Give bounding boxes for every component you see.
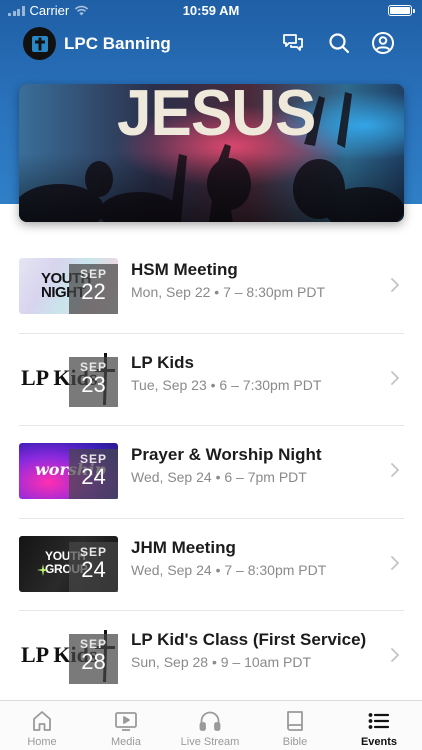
headphones-icon	[199, 711, 221, 731]
tab-media[interactable]: Media	[84, 701, 168, 750]
event-time: Wed, Sep 24 • 6 – 7pm PDT	[131, 469, 307, 485]
date-day: 23	[81, 372, 106, 397]
event-title: JHM Meeting	[131, 538, 236, 557]
event-title: HSM Meeting	[131, 260, 238, 279]
date-day: 22	[81, 279, 106, 304]
home-icon	[33, 711, 51, 731]
chevron-right-icon	[391, 463, 400, 477]
date-day: 24	[81, 557, 106, 582]
tab-home[interactable]: Home	[0, 701, 84, 750]
event-row[interactable]: YOUTH NIGHT SEP 22 HSM Meeting Mon, Sep …	[19, 241, 404, 333]
event-title: LP Kid's Class (First Service)	[131, 630, 367, 649]
battery-icon	[388, 5, 415, 16]
tab-live-stream[interactable]: Live Stream	[168, 701, 252, 750]
event-row[interactable]: LP Kids SEP 28 LP Kid's Class (First Ser…	[19, 611, 404, 703]
tab-label: Bible	[282, 736, 308, 748]
tab-label: Events	[360, 736, 398, 748]
date-badge: SEP 24	[69, 449, 118, 499]
date-day: 28	[81, 649, 106, 674]
event-time: Mon, Sep 22 • 7 – 8:30pm PDT	[131, 284, 326, 300]
tab-bible[interactable]: Bible	[253, 701, 337, 750]
date-badge: SEP 28	[69, 634, 118, 684]
event-row[interactable]: YOUTH GROUP SEP 24 JHM Meeting Wed, Sep …	[19, 519, 404, 611]
book-icon	[287, 711, 303, 731]
tab-label: Live Stream	[180, 736, 240, 748]
sparkle-icon	[37, 564, 49, 576]
app-header: LPC Banning	[0, 22, 422, 66]
date-badge: SEP 22	[69, 264, 118, 314]
bottom-tab-bar: Home Media Live Stream Bible Events	[0, 700, 422, 750]
list-icon	[368, 713, 390, 729]
tab-events[interactable]: Events	[337, 701, 421, 750]
tab-label: Media	[111, 736, 141, 748]
app-title: LPC Banning	[64, 34, 171, 53]
event-time: Tue, Sep 23 • 6 – 7:30pm PDT	[131, 377, 322, 393]
event-title: LP Kids	[131, 353, 194, 372]
event-time: Wed, Sep 24 • 7 – 8:30pm PDT	[131, 562, 327, 578]
app-screen: Carrier 10:59 AM LPC Banning JESUS YOUTH…	[0, 0, 422, 750]
featured-banner[interactable]: JESUS	[19, 84, 404, 222]
date-badge: SEP 24	[69, 542, 118, 592]
status-bar: Carrier 10:59 AM	[0, 0, 422, 22]
chevron-right-icon	[391, 556, 400, 570]
event-title: Prayer & Worship Night	[131, 445, 322, 464]
tab-label: Home	[27, 736, 57, 748]
search-icon[interactable]	[327, 31, 351, 55]
status-time: 10:59 AM	[182, 3, 240, 18]
chevron-right-icon	[391, 371, 400, 385]
profile-icon[interactable]	[371, 31, 395, 55]
chat-icon[interactable]	[281, 31, 305, 55]
event-row[interactable]: LP Kids SEP 23 LP Kids Tue, Sep 23 • 6 –…	[19, 334, 404, 426]
date-badge: SEP 23	[69, 357, 118, 407]
media-icon	[115, 712, 137, 731]
date-day: 24	[81, 464, 106, 489]
cross-logo-icon	[31, 35, 48, 52]
event-row[interactable]: worship SEP 24 Prayer & Worship Night We…	[19, 426, 404, 518]
church-logo[interactable]	[23, 27, 56, 60]
event-time: Sun, Sep 28 • 9 – 10am PDT	[131, 654, 312, 670]
banner-title: JESUS	[117, 84, 316, 150]
chevron-right-icon	[391, 648, 400, 662]
chevron-right-icon	[391, 278, 400, 292]
